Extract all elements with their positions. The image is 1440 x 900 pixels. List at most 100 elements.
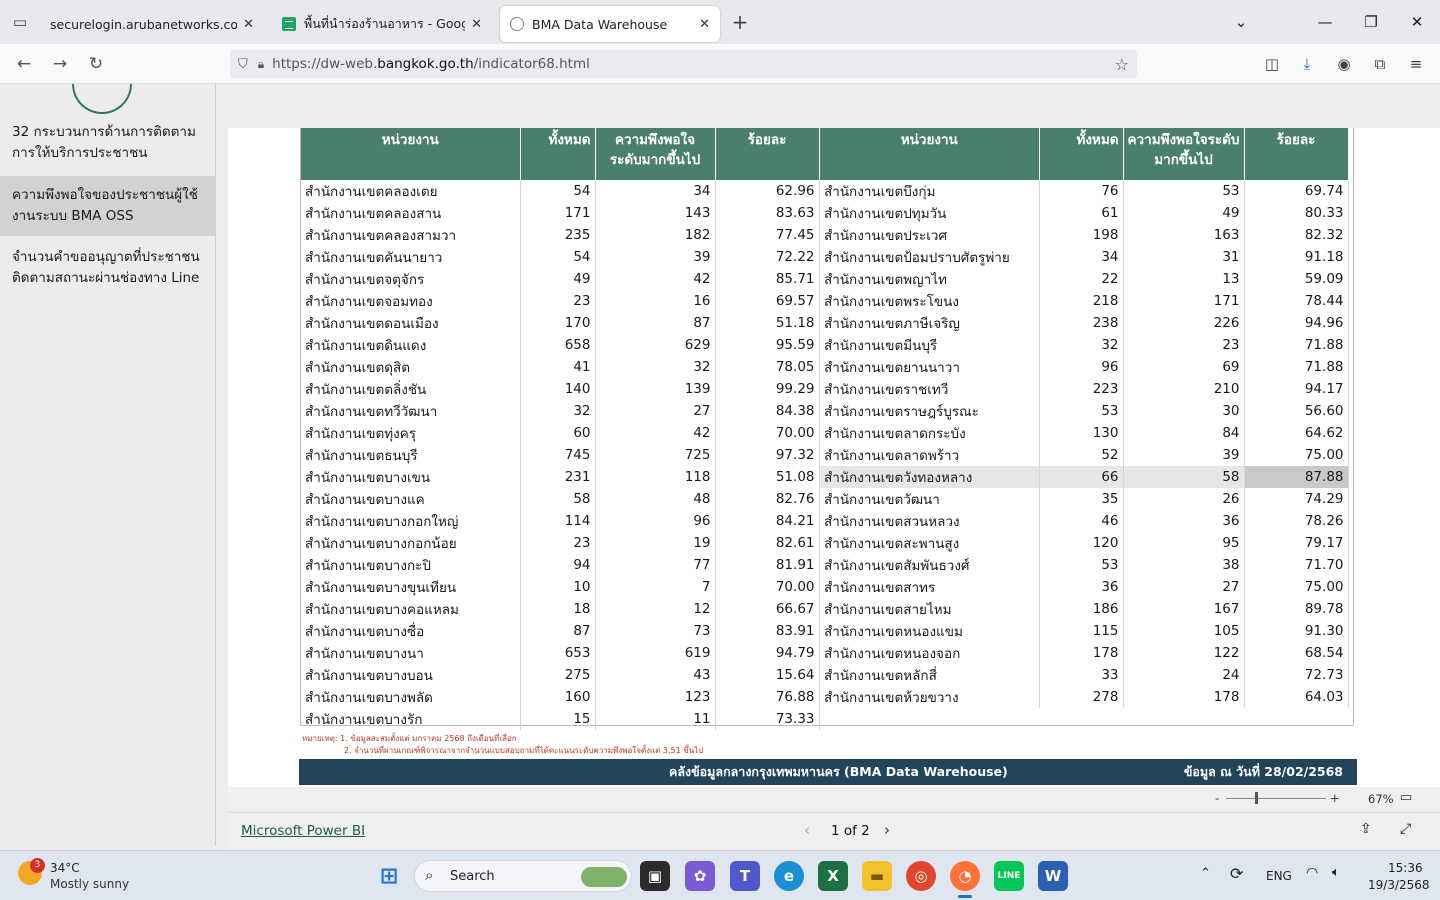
col-header-unit[interactable]: หน่วยงาน	[820, 128, 1040, 180]
file-explorer-icon[interactable]: ▬	[862, 861, 892, 891]
window-close-icon[interactable]: ✕	[1394, 0, 1440, 44]
col-header-satisfied[interactable]: ความพึงพอใจระดับมากขึ้นไป	[1123, 128, 1245, 180]
table-row[interactable]: สำนักงานเขตบางพลัด 160 123 76.88	[301, 686, 820, 708]
table-row[interactable]: สำนักงานเขตบางกอกน้อย 23 19 82.61	[301, 532, 820, 554]
browser-tab-1[interactable]: securelogin.arubanetworks.com/cgi ✕	[40, 6, 264, 42]
table-row[interactable]: สำนักงานเขตมีนบุรี 32 23 71.88	[820, 334, 1349, 356]
table-row[interactable]: สำนักงานเขตทวีวัฒนา 32 27 84.38	[301, 400, 820, 422]
clock-time[interactable]: 15:36	[1388, 861, 1423, 875]
pocket-icon[interactable]: ◫	[1260, 52, 1284, 76]
minimize-icon[interactable]: —	[1302, 0, 1348, 44]
lock-icon[interactable]: 🔒︎	[258, 57, 264, 72]
table-row[interactable]: สำนักงานเขตคลองสาน 171 143 83.63	[301, 202, 820, 224]
table-row[interactable]: สำนักงานเขตบึงกุ่ม 76 53 69.74	[820, 180, 1349, 202]
forward-arrow-icon[interactable]: →	[42, 46, 78, 82]
share-icon[interactable]: ⇪	[1360, 821, 1372, 837]
account-icon[interactable]: ◉	[1332, 52, 1356, 76]
zoom-in-button[interactable]: +	[1330, 791, 1340, 805]
fit-to-page-icon[interactable]: ▭	[1400, 790, 1412, 805]
tab-overflow-chevron-icon[interactable]: ⌄	[1218, 0, 1264, 44]
table-row[interactable]: สำนักงานเขตดุสิต 41 32 78.05	[301, 356, 820, 378]
address-bar[interactable]: ⛉ 🔒︎ https://dw-web.bangkok.go.th/indica…	[230, 50, 1137, 78]
zoom-out-button[interactable]: -	[1215, 791, 1219, 805]
table-row[interactable]: สำนักงานเขตบางขุนเทียน 10 7 70.00	[301, 576, 820, 598]
table-row[interactable]: สำนักงานเขตดอนเมือง 170 87 51.18	[301, 312, 820, 334]
table-row[interactable]: สำนักงานเขตประเวศ 198 163 82.32	[820, 224, 1349, 246]
table-row[interactable]: สำนักงานเขตคันนายาว 54 39 72.22	[301, 246, 820, 268]
edge-icon[interactable]: e	[774, 861, 804, 891]
task-view-icon[interactable]: ▣	[640, 861, 670, 891]
firefox-icon[interactable]: ◔	[950, 861, 980, 891]
table-row[interactable]: สำนักงานเขตบางเขน 231 118 51.08	[301, 466, 820, 488]
close-icon[interactable]: ✕	[243, 17, 254, 32]
table-row[interactable]: สำนักงานเขตหนองจอก 178 122 68.54	[820, 642, 1349, 664]
next-page-chevron-icon[interactable]: ›	[884, 821, 890, 839]
close-icon[interactable]: ✕	[699, 17, 710, 32]
table-row[interactable]: สำนักงานเขตสายไหม 186 167 89.78	[820, 598, 1349, 620]
shield-icon[interactable]: ⛉	[238, 57, 248, 72]
prev-page-chevron-icon[interactable]: ‹	[804, 821, 810, 839]
table-row[interactable]: สำนักงานเขตทุ่งครุ 60 42 70.00	[301, 422, 820, 444]
fullscreen-icon[interactable]: ⤢	[1400, 821, 1411, 837]
table-row[interactable]: สำนักงานเขตลาดพร้าว 52 39 75.00	[820, 444, 1349, 466]
table-row[interactable]: สำนักงานเขตบางคอแหลม 18 12 66.67	[301, 598, 820, 620]
table-row[interactable]: สำนักงานเขตคลองเตย 54 34 62.96	[301, 180, 820, 202]
table-row[interactable]: สำนักงานเขตภาษีเจริญ 238 226 94.96	[820, 312, 1349, 334]
col-header-total[interactable]: ทั้งหมด	[520, 128, 596, 180]
table-row[interactable]: สำนักงานเขตหนองแขม 115 105 91.30	[820, 620, 1349, 642]
browser-tab-2[interactable]: พื้นที่นำร่องร้านอาหาร - Google ชี ✕	[272, 6, 492, 42]
word-icon[interactable]: W	[1038, 861, 1068, 891]
zoom-slider-track[interactable]	[1226, 798, 1326, 799]
table-row[interactable]: สำนักงานเขตบางนา 653 619 94.79	[301, 642, 820, 664]
table-row[interactable]: สำนักงานเขตพระโขนง 218 171 78.44	[820, 290, 1349, 312]
sidebar-item-line-tracking[interactable]: จำนวนคำขออนุญาตที่ประชาชนติดตามสถานะผ่าน…	[0, 246, 215, 292]
table-row[interactable]: สำนักงานเขตหลักสี่ 33 24 72.73	[820, 664, 1349, 686]
clock-date[interactable]: 19/3/2568	[1368, 878, 1430, 892]
line-icon[interactable]: LINE	[994, 861, 1024, 891]
table-row[interactable]: สำนักงานเขตบางบอน 275 43 15.64	[301, 664, 820, 686]
wifi-icon[interactable]: ◠	[1306, 865, 1318, 881]
chrome-icon[interactable]: ◎	[906, 861, 936, 891]
download-icon[interactable]: ⤓	[1295, 52, 1319, 76]
sidebar-item-tracking[interactable]: 32 กระบวนการด้านการติดตามการให้บริการประ…	[0, 122, 215, 164]
table-row[interactable]: สำนักงานเขตตลิ่งชัน 140 139 99.29	[301, 378, 820, 400]
copilot-icon[interactable]: ✿	[685, 861, 715, 891]
table-row[interactable]: สำนักงานเขตลาดกระบัง 130 84 64.62	[820, 422, 1349, 444]
col-header-unit[interactable]: หน่วยงาน	[301, 128, 521, 180]
tab-list-icon[interactable]: ▭	[0, 0, 40, 44]
table-row[interactable]: สำนักงานเขตห้วยขวาง 278 178 64.03	[820, 686, 1349, 708]
table-row[interactable]: สำนักงานเขตบางแค 58 48 82.76	[301, 488, 820, 510]
windows-start-icon[interactable]: ⊞	[374, 861, 404, 891]
close-icon[interactable]: ✕	[471, 17, 482, 32]
bookmark-star-icon[interactable]: ☆	[1115, 55, 1129, 74]
col-header-total[interactable]: ทั้งหมด	[1039, 128, 1124, 180]
new-tab-plus-icon[interactable]: +	[720, 10, 760, 34]
table-row[interactable]: สำนักงานเขตจอมทอง 23 16 69.57	[301, 290, 820, 312]
col-header-percent[interactable]: ร้อยละ	[1244, 128, 1349, 180]
col-header-satisfied[interactable]: ความพึงพอใจระดับมากขึ้นไป	[595, 128, 716, 180]
teams-icon[interactable]: T	[730, 861, 760, 891]
table-row[interactable]: สำนักงานเขตบางกอกใหญ่ 114 96 84.21	[301, 510, 820, 532]
table-row[interactable]: สำนักงานเขตสาทร 36 27 75.00	[820, 576, 1349, 598]
table-row[interactable]: สำนักงานเขตคลองสามวา 235 182 77.45	[301, 224, 820, 246]
table-row[interactable]: สำนักงานเขตยานนาวา 96 69 71.88	[820, 356, 1349, 378]
weather-desc[interactable]: Mostly sunny	[50, 877, 129, 891]
table-row[interactable]: สำนักงานเขตราชเทวี 223 210 94.17	[820, 378, 1349, 400]
zoom-slider-handle[interactable]	[1255, 792, 1258, 804]
browser-tab-3-active[interactable]: BMA Data Warehouse ✕	[500, 6, 720, 42]
col-header-percent[interactable]: ร้อยละ	[715, 128, 820, 180]
extensions-icon[interactable]: ⧉	[1368, 52, 1392, 76]
taskbar-search-box[interactable]: ⌕ Search	[414, 860, 632, 892]
table-row[interactable]: สำนักงานเขตปทุมวัน 61 49 80.33	[820, 202, 1349, 224]
powerbi-link[interactable]: Microsoft Power BI	[241, 823, 365, 839]
table-row[interactable]: สำนักงานเขตจตุจักร 49 42 85.71	[301, 268, 820, 290]
table-row[interactable]: สำนักงานเขตสัมพันธวงศ์ 53 38 71.70	[820, 554, 1349, 576]
restore-icon[interactable]: ❐	[1348, 0, 1394, 44]
weather-temp[interactable]: 34°C	[50, 861, 80, 875]
table-row[interactable]: สำนักงานเขตพญาไท 22 13 59.09	[820, 268, 1349, 290]
table-row[interactable]: สำนักงานเขตสวนหลวง 46 36 78.26	[820, 510, 1349, 532]
table-row[interactable]: สำนักงานเขตบางซื่อ 87 73 83.91	[301, 620, 820, 642]
back-arrow-icon[interactable]: ←	[6, 46, 42, 82]
table-row[interactable]: สำนักงานเขตสะพานสูง 120 95 79.17	[820, 532, 1349, 554]
language-indicator[interactable]: ENG	[1266, 869, 1292, 883]
